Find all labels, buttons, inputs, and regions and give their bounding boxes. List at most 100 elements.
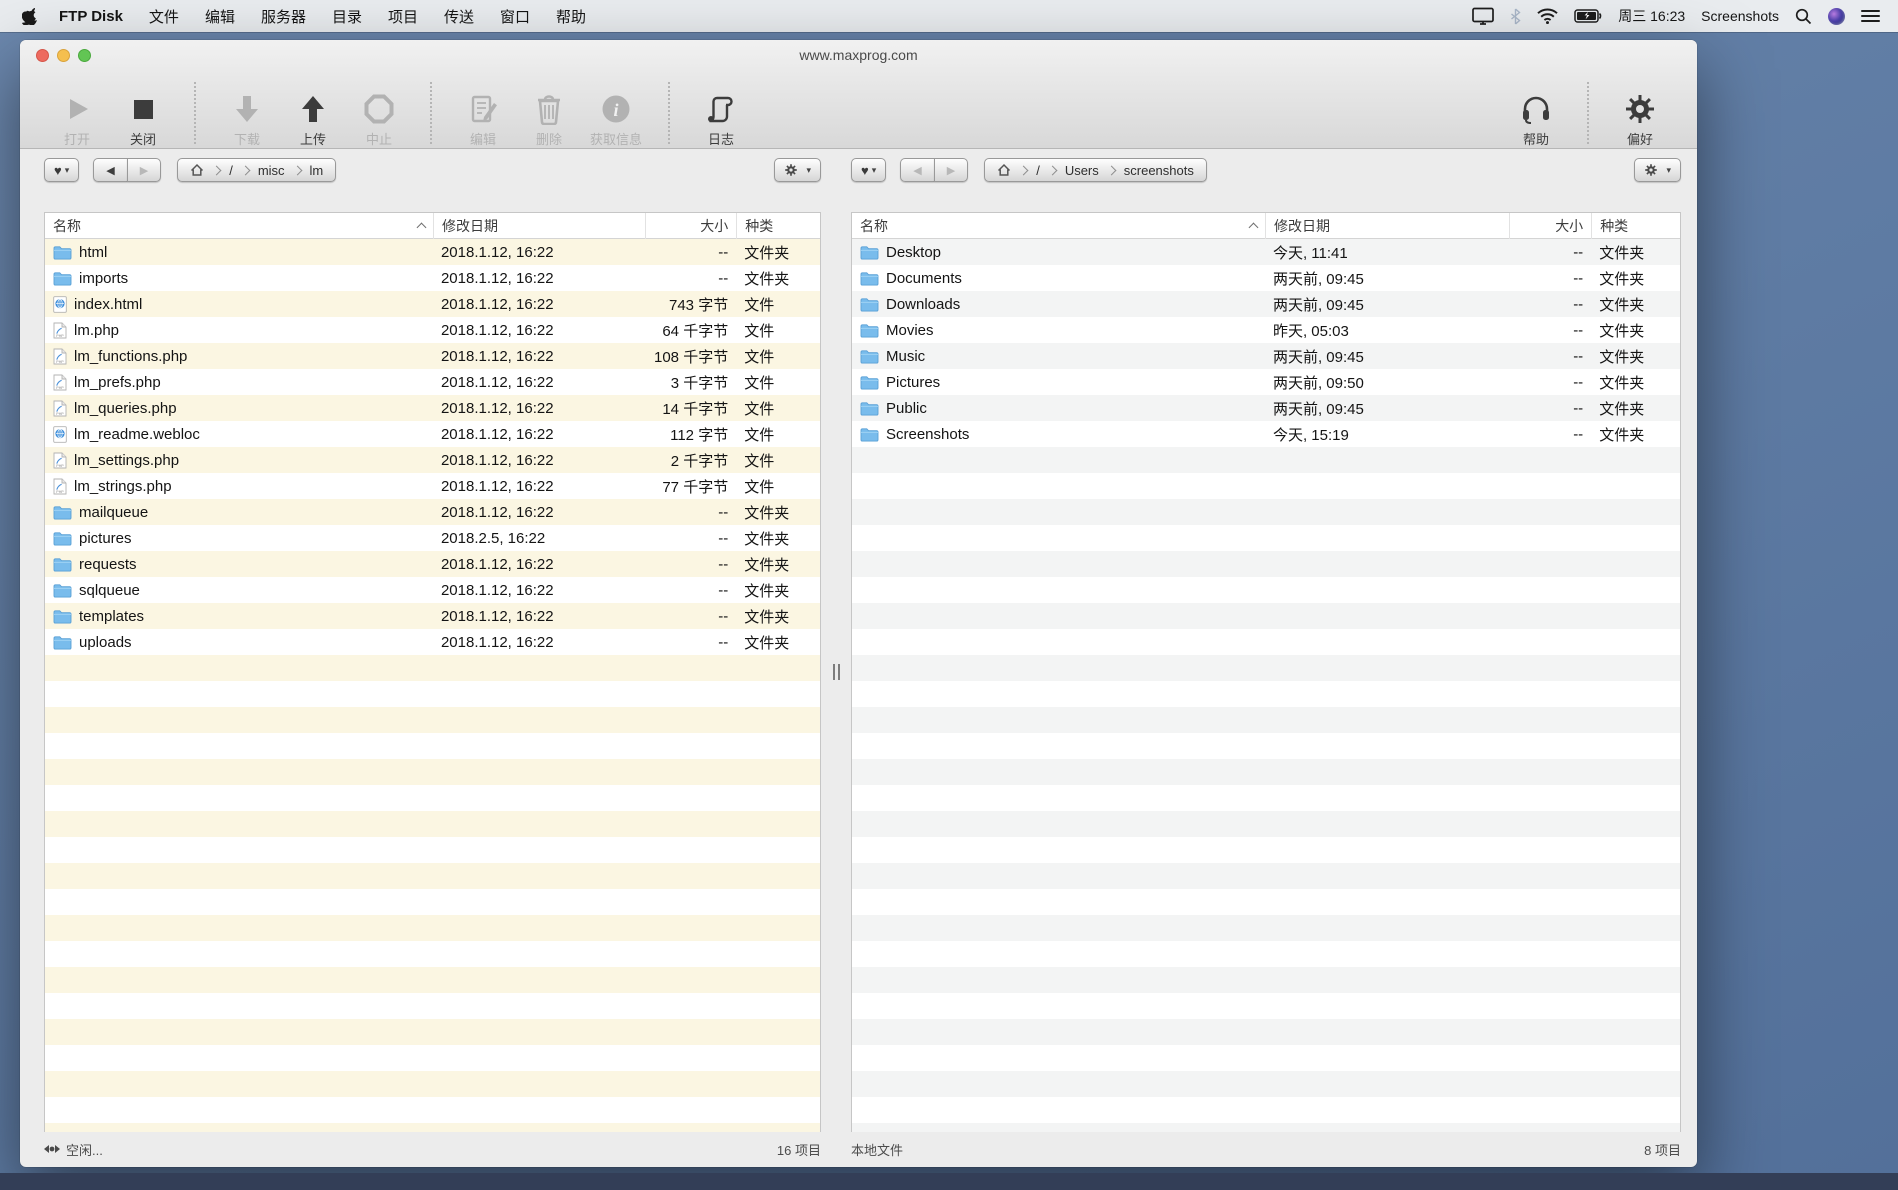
file-row[interactable]: index.html2018.1.12, 16:22743 字节文件 [45,291,820,317]
menubar-menu-item[interactable]: 文件 [149,9,179,26]
file-kind-cell: 文件 [736,346,820,367]
abort-button[interactable]: 中止 [354,78,404,148]
column-header-date[interactable]: 修改日期 [433,213,645,239]
file-date-cell: 两天前, 09:45 [1265,346,1509,367]
file-row[interactable]: Movies昨天, 05:03--文件夹 [852,317,1680,343]
breadcrumb-segment[interactable]: Users [1065,163,1099,178]
history-nav: ◀ ▶ [900,158,968,182]
file-date-cell: 2018.1.12, 16:22 [433,634,645,651]
column-header-date[interactable]: 修改日期 [1265,213,1509,239]
bluetooth-icon[interactable] [1510,8,1521,25]
upload-button[interactable]: 上传 [288,78,338,148]
local-actions-button[interactable]: ▾ [1634,158,1681,182]
home-icon[interactable] [997,163,1011,177]
file-row[interactable]: sqlqueue2018.1.12, 16:22--文件夹 [45,577,820,603]
file-row[interactable]: Documents两天前, 09:45--文件夹 [852,265,1680,291]
file-row[interactable]: templates2018.1.12, 16:22--文件夹 [45,603,820,629]
edit-button[interactable]: 编辑 [458,78,508,148]
back-button[interactable]: ◀ [900,158,933,182]
file-row[interactable]: Music两天前, 09:45--文件夹 [852,343,1680,369]
menubar-menu-item[interactable]: 帮助 [556,9,586,26]
file-row[interactable]: requests2018.1.12, 16:22--文件夹 [45,551,820,577]
breadcrumb-segment[interactable]: screenshots [1124,163,1194,178]
file-row[interactable]: lm_readme.webloc2018.1.12, 16:22112 字节文件 [45,421,820,447]
menubar-user[interactable]: Screenshots [1701,8,1779,24]
remote-actions-button[interactable]: ▾ [774,158,821,182]
get-info-button[interactable]: i 获取信息 [590,78,642,148]
column-header-kind[interactable]: 种类 [736,213,820,239]
local-status-bar: 本地文件 8 项目 [851,1132,1681,1166]
file-row[interactable]: PHP lm_strings.php2018.1.12, 16:2277 千字节… [45,473,820,499]
file-row[interactable]: Screenshots今天, 15:19--文件夹 [852,421,1680,447]
file-row[interactable]: PHP lm_prefs.php2018.1.12, 16:223 千字节文件 [45,369,820,395]
file-date-cell: 2018.1.12, 16:22 [433,478,645,495]
menubar-menu-item[interactable]: 编辑 [205,9,235,26]
forward-button[interactable]: ▶ [127,158,161,182]
download-button[interactable]: 下载 [222,78,272,148]
log-button[interactable]: 日志 [696,78,746,148]
file-row[interactable]: PHP lm_functions.php2018.1.12, 16:22108 … [45,343,820,369]
battery-icon[interactable] [1574,9,1602,23]
file-date-cell: 两天前, 09:45 [1265,294,1509,315]
home-icon[interactable] [190,163,204,177]
list-icon[interactable] [1861,9,1880,23]
svg-text:i: i [613,100,618,120]
close-button[interactable]: 关闭 [118,78,168,148]
breadcrumb-segment[interactable]: / [1036,163,1040,178]
local-item-count: 8 项目 [1644,1140,1681,1159]
column-header-size[interactable]: 大小 [1509,213,1591,239]
file-row[interactable]: pictures2018.2.5, 16:22--文件夹 [45,525,820,551]
open-button[interactable]: 打开 [52,78,102,148]
file-row[interactable]: uploads2018.1.12, 16:22--文件夹 [45,629,820,655]
menubar-app-name[interactable]: FTP Disk [59,8,123,25]
file-date-cell: 2018.1.12, 16:22 [433,374,645,391]
display-icon[interactable] [1472,7,1494,25]
file-row[interactable]: mailqueue2018.1.12, 16:22--文件夹 [45,499,820,525]
file-row[interactable]: PHP lm_settings.php2018.1.12, 16:222 千字节… [45,447,820,473]
menubar-menu-item[interactable]: 窗口 [500,9,530,26]
breadcrumb-segment[interactable]: misc [258,163,285,178]
file-row[interactable]: PHP lm_queries.php2018.1.12, 16:2214 千字节… [45,395,820,421]
forward-button[interactable]: ▶ [934,158,968,182]
column-header-size[interactable]: 大小 [645,213,736,239]
file-size-cell: -- [645,582,736,599]
file-row[interactable]: imports2018.1.12, 16:22--文件夹 [45,265,820,291]
remote-list-body[interactable]: html2018.1.12, 16:22--文件夹 imports2018.1.… [45,239,820,1132]
menubar-menu-item[interactable]: 目录 [332,9,362,26]
menubar-menu-item[interactable]: 项目 [388,9,418,26]
folder-icon [53,609,72,624]
file-name-cell: templates [45,608,433,625]
delete-button[interactable]: 删除 [524,78,574,148]
file-row[interactable]: Desktop今天, 11:41--文件夹 [852,239,1680,265]
breadcrumb-segment[interactable]: lm [310,163,324,178]
file-row[interactable]: Pictures两天前, 09:50--文件夹 [852,369,1680,395]
panel-splitter-handle[interactable] [828,652,844,692]
column-header-name[interactable]: 名称 [45,213,433,239]
titlebar[interactable]: www.maxprog.com [20,40,1697,70]
wifi-icon[interactable] [1537,8,1558,24]
apple-menu[interactable] [22,7,37,25]
desktop: FTP Disk 文件编辑服务器目录项目传送窗口帮助 周三 16:23 Scre… [0,0,1898,1190]
menubar-menu-item[interactable]: 服务器 [261,9,306,26]
file-row[interactable]: Public两天前, 09:45--文件夹 [852,395,1680,421]
search-icon[interactable] [1795,8,1812,25]
file-kind-cell: 文件夹 [736,554,820,575]
menubar-menu-item[interactable]: 传送 [444,9,474,26]
help-button[interactable]: 帮助 [1511,78,1561,148]
file-name: Documents [886,270,962,287]
breadcrumb-segment[interactable]: / [229,163,233,178]
favorites-button[interactable]: ♥ ▾ [851,158,886,182]
file-name-cell: Public [852,400,1265,417]
gear-icon [1644,163,1658,177]
favorites-button[interactable]: ♥ ▾ [44,158,79,182]
back-button[interactable]: ◀ [93,158,126,182]
siri-icon[interactable] [1828,8,1845,25]
column-header-name[interactable]: 名称 [852,213,1265,239]
column-header-kind[interactable]: 种类 [1591,213,1680,239]
file-row[interactable]: html2018.1.12, 16:22--文件夹 [45,239,820,265]
file-row[interactable]: Downloads两天前, 09:45--文件夹 [852,291,1680,317]
local-list-body[interactable]: Desktop今天, 11:41--文件夹 Documents两天前, 09:4… [852,239,1680,1132]
file-row[interactable]: PHP lm.php2018.1.12, 16:2264 千字节文件 [45,317,820,343]
menubar-clock[interactable]: 周三 16:23 [1618,6,1685,26]
preferences-button[interactable]: 偏好 [1615,78,1665,148]
